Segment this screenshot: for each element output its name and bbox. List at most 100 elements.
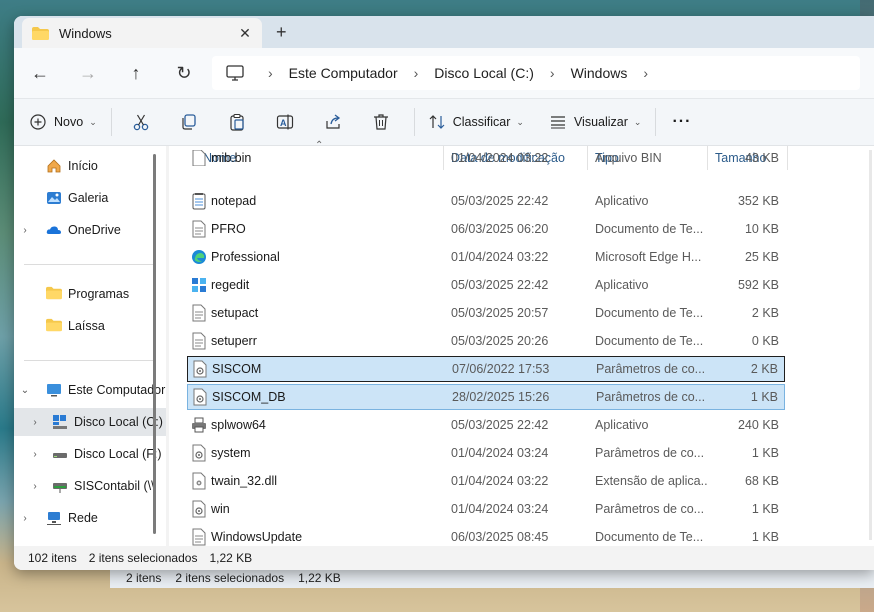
file-type: Aplicativo: [595, 278, 649, 292]
file-name: mib.bin: [211, 151, 252, 165]
file-row[interactable]: splwow64 05/03/2025 22:42 Aplicativo 240 KB: [187, 412, 785, 438]
tab-windows[interactable]: Windows ✕: [22, 18, 262, 48]
file-row[interactable]: SISCOM 07/06/2022 17:53 Parâmetros de co..…: [187, 356, 785, 382]
share-icon[interactable]: [318, 107, 348, 137]
file-name: notepad: [211, 194, 257, 208]
file-date: 06/03/2025 06:20: [451, 222, 549, 236]
text-file-icon: [191, 304, 207, 322]
file-row[interactable]: Professional 01/04/2024 03:22 Microsoft Ed…: [187, 244, 785, 270]
file-list: ⌃ Nome Data de modificação Tipo Tamanho …: [169, 140, 874, 546]
regedit-icon: [191, 276, 207, 294]
sidebar-item-rede[interactable]: › Rede: [14, 504, 166, 532]
file-icon: [191, 150, 207, 166]
file-row[interactable]: win 01/04/2024 03:24 Parâmetros de co... 1 …: [187, 496, 785, 522]
sidebar-item-gallery[interactable]: Galeria: [14, 184, 166, 212]
address-bar[interactable]: › Este Computador › Disco Local (C:) › W…: [212, 56, 860, 90]
file-type: Parâmetros de co...: [595, 502, 705, 516]
tab-title: Windows: [59, 25, 112, 41]
sidebar-item-este-computador[interactable]: ⌄ Este Computador: [14, 376, 166, 404]
file-size: 2 KB: [751, 306, 779, 320]
view-button-label: Visualizar: [573, 115, 628, 129]
file-date: 01/04/2024 03:24: [451, 446, 549, 460]
file-row[interactable]: system 01/04/2024 03:24 Parâmetros de co..…: [187, 440, 785, 466]
chevron-down-icon: ⌄: [89, 116, 97, 127]
text-file-icon: [191, 528, 207, 546]
breadcrumb-item[interactable]: Este Computador: [289, 65, 398, 81]
drive-icon: [52, 446, 68, 462]
file-name: setupact: [211, 306, 259, 320]
sidebar-item-disco-f[interactable]: › Disco Local (F:): [14, 440, 166, 468]
sort-button[interactable]: Classificar ⌄: [429, 114, 524, 130]
file-type: Documento de Te...: [595, 222, 704, 236]
sidebar-item-label: OneDrive: [68, 223, 121, 237]
sidebar-item-label: Disco Local (C:): [74, 415, 163, 429]
file-row[interactable]: setupact 05/03/2025 20:57 Documento de Te.…: [187, 300, 785, 326]
sidebar-item-label: Programas: [68, 287, 130, 301]
sort-button-label: Classificar: [452, 115, 511, 129]
file-row[interactable]: notepad 05/03/2025 22:42 Aplicativo 352 KB: [187, 188, 785, 214]
paste-icon[interactable]: [222, 107, 252, 137]
file-explorer-window: Windows ✕ + ← → ↑ ↻ › Este Computador › …: [14, 16, 874, 570]
file-row[interactable]: twain_32.dll 01/04/2024 03:22 Extensão de …: [187, 468, 785, 494]
sidebar-item-disco-c[interactable]: › Disco Local (C:): [14, 408, 166, 436]
chevron-right-icon[interactable]: ›: [14, 513, 36, 524]
close-tab-icon[interactable]: ✕: [234, 25, 256, 42]
file-name: splwow64: [211, 418, 266, 432]
sidebar-item-label: Este Computador: [68, 383, 166, 397]
file-name: Professional: [211, 250, 280, 264]
file-row[interactable]: setuperr 05/03/2025 20:26 Documento de Te.…: [187, 328, 785, 354]
chevron-right-icon[interactable]: ›: [24, 481, 46, 492]
toolbar-divider: [413, 108, 415, 136]
sidebar-item-onedrive[interactable]: › OneDrive: [14, 216, 166, 244]
file-date: 07/06/2022 17:53: [452, 362, 550, 376]
chevron-right-icon[interactable]: ›: [14, 225, 36, 236]
sidebar-item-label: Galeria: [68, 191, 109, 205]
breadcrumb-separator: ›: [268, 65, 273, 81]
file-size: 1 KB: [751, 446, 779, 460]
file-list-scrollbar[interactable]: [869, 150, 872, 540]
file-date: 01/04/2024 03:22: [451, 250, 549, 264]
toolbar-divider: [110, 108, 112, 136]
forward-button[interactable]: →: [64, 63, 112, 84]
refresh-button[interactable]: ↻: [160, 63, 208, 84]
copy-icon[interactable]: [174, 107, 204, 137]
more-options-button[interactable]: ···: [672, 113, 691, 131]
file-type: Aplicativo: [595, 194, 649, 208]
chevron-down-icon[interactable]: ⌄: [14, 385, 36, 396]
sidebar-scrollbar[interactable]: [153, 154, 156, 534]
file-row[interactable]: PFRO 06/03/2025 06:20 Documento de Te... 10…: [187, 216, 785, 242]
sidebar-divider: [24, 360, 156, 361]
tab-bar: Windows ✕ +: [14, 16, 874, 48]
selected-size: 1,22 KB: [209, 551, 253, 565]
sidebar-item-laissa[interactable]: Laíssa: [14, 312, 166, 340]
breadcrumb-item[interactable]: Disco Local (C:): [434, 65, 534, 81]
navigation-pane: Início Galeria › OneDrive Programas Laís…: [14, 146, 166, 546]
chevron-right-icon[interactable]: ›: [24, 417, 46, 428]
chevron-down-icon: ⌄: [633, 116, 642, 127]
new-button-label: Novo: [54, 115, 84, 129]
network-drive-icon: [52, 478, 68, 494]
sidebar-item-label: Início: [68, 159, 98, 173]
rename-icon[interactable]: A: [270, 107, 300, 137]
new-button[interactable]: Novo ⌄: [30, 114, 97, 130]
up-button[interactable]: ↑: [112, 63, 160, 84]
delete-icon[interactable]: [366, 107, 396, 137]
sidebar-item-programas[interactable]: Programas: [14, 280, 166, 308]
back-button[interactable]: ←: [16, 63, 64, 84]
sidebar-item-home[interactable]: Início: [14, 152, 166, 180]
breadcrumb-item[interactable]: Windows: [571, 65, 628, 81]
cut-icon[interactable]: [126, 107, 156, 137]
chevron-down-icon: ⌄: [516, 116, 524, 127]
file-row[interactable]: SISCOM_DB 28/02/2025 15:26 Parâmetros de c…: [187, 384, 785, 410]
breadcrumb-separator: ›: [413, 65, 419, 81]
column-divider[interactable]: [787, 146, 788, 170]
new-tab-button[interactable]: +: [276, 22, 287, 43]
file-type: Documento de Te...: [595, 530, 704, 544]
file-row[interactable]: regedit 05/03/2025 22:42 Aplicativo 592 KB: [187, 272, 785, 298]
selected-count: 2 itens selecionados: [88, 551, 198, 565]
view-button[interactable]: Visualizar ⌄: [550, 115, 642, 129]
sidebar-item-siscontabil[interactable]: › SISContabil (\\: [14, 472, 166, 500]
file-row[interactable]: mib.bin 01/04/2024 03:22 Arquivo BIN 43 KB: [187, 150, 785, 166]
chevron-right-icon[interactable]: ›: [24, 449, 46, 460]
view-list-icon: [550, 115, 566, 129]
